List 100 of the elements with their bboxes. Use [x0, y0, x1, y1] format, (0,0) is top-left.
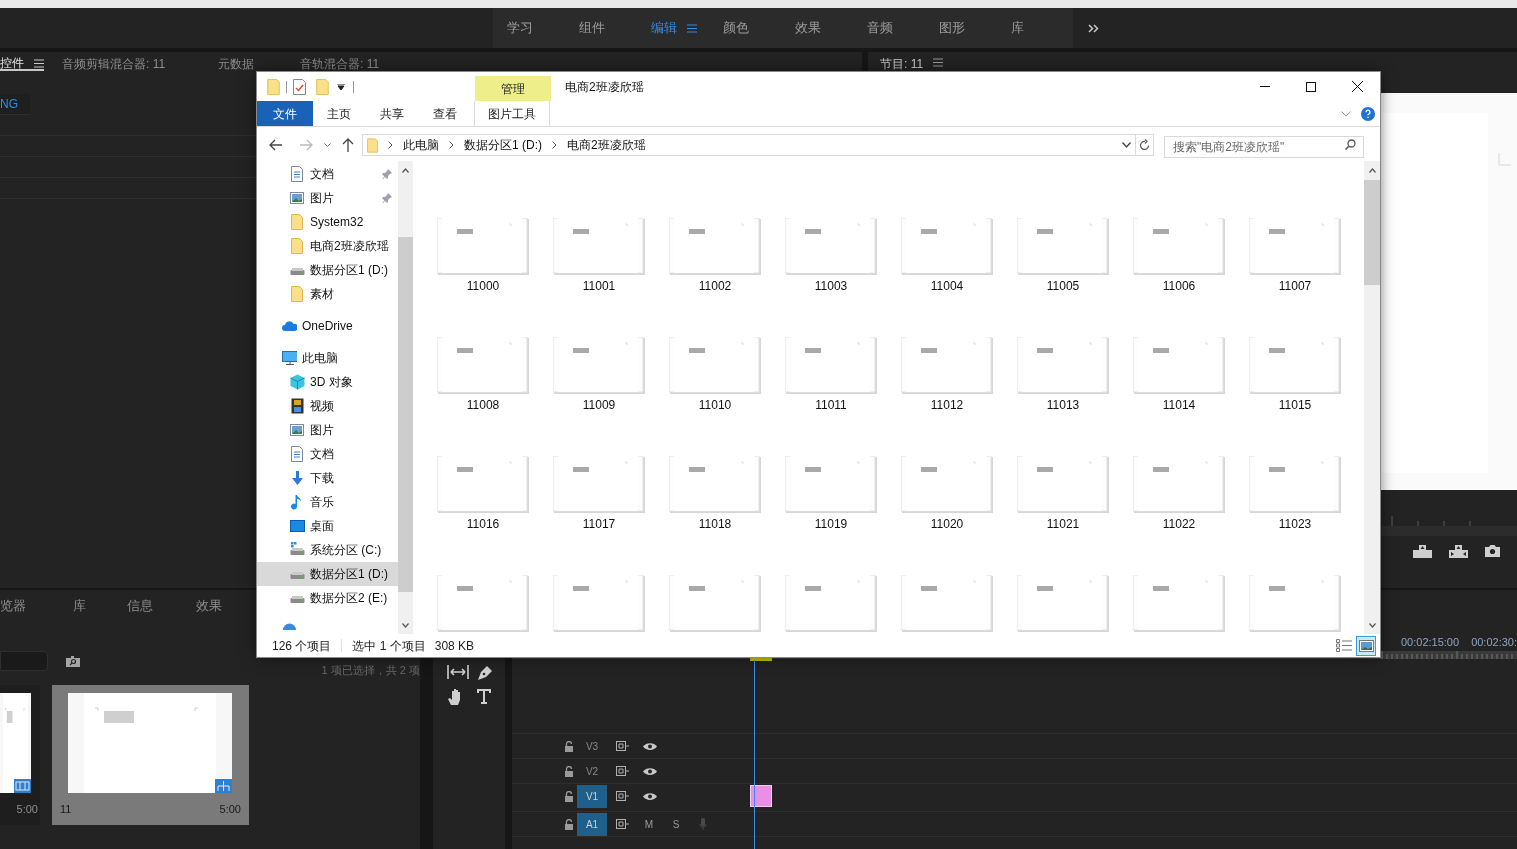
file-name[interactable]: 11001 [582, 279, 616, 294]
workspace-tab[interactable]: 库 [1011, 18, 1024, 38]
file-name[interactable]: 11012 [930, 398, 964, 413]
pin-icon[interactable] [382, 193, 392, 203]
nav-item[interactable]: 3D 对象 [257, 370, 398, 394]
nav-item[interactable]: 下载 [257, 466, 398, 490]
workspace-tab[interactable]: 颜色 [723, 18, 749, 38]
track-target-button[interactable]: V2 [577, 759, 607, 783]
panel-tab[interactable]: 音轨混合器: 11 [300, 58, 380, 70]
back-icon[interactable] [269, 139, 283, 151]
playhead-line[interactable] [754, 660, 755, 849]
file-name[interactable]: 11008 [466, 398, 500, 413]
file-name[interactable]: 11005 [1046, 279, 1080, 294]
sync-lock-icon[interactable] [616, 766, 629, 776]
file-name[interactable]: 11016 [466, 517, 500, 532]
sync-lock-icon[interactable] [616, 819, 629, 829]
panel-tab[interactable]: 信息 [127, 596, 153, 616]
panel-tab[interactable]: 库 [73, 596, 86, 616]
scroll-thumb[interactable] [398, 237, 413, 592]
breadcrumb[interactable]: 数据分区1 (D:) [464, 136, 542, 154]
scroll-bar[interactable] [398, 161, 413, 634]
scroll-bar[interactable] [1381, 526, 1517, 536]
menu-icon[interactable] [687, 23, 697, 33]
scroll-down-icon[interactable] [402, 623, 409, 628]
file-name[interactable]: 11018 [698, 517, 732, 532]
file-name[interactable]: 11007 [1278, 279, 1312, 294]
workspace-tab[interactable]: 效果 [795, 18, 821, 38]
file-name[interactable]: 11013 [1046, 398, 1080, 413]
nav-item[interactable]: 数据分区1 (D:) [257, 258, 398, 282]
eye-icon[interactable] [643, 766, 657, 776]
breadcrumb[interactable]: 电商2班凌欣瑶 [567, 136, 646, 154]
nav-item[interactable]: OneDrive [257, 314, 398, 338]
nav-item[interactable]: 数据分区1 (D:) [257, 562, 398, 586]
nav-item[interactable]: 文档 [257, 162, 398, 186]
playhead-marker[interactable] [750, 658, 772, 661]
expand-ribbon-icon[interactable] [1341, 110, 1351, 117]
sync-lock-icon[interactable] [616, 791, 629, 801]
file-name[interactable]: 11022 [1162, 517, 1196, 532]
scroll-up-icon[interactable] [1368, 168, 1376, 173]
nav-item[interactable]: 图片 [257, 186, 398, 210]
track-target-button[interactable]: A1 [577, 812, 607, 836]
clip-thumbnail[interactable]: 11 5:00 [52, 685, 249, 825]
dropdown-icon[interactable] [1122, 142, 1131, 148]
nav-item[interactable]: 文档 [257, 442, 398, 466]
file-name[interactable]: 11004 [930, 279, 964, 294]
ribbon-tab[interactable]: 文件 [257, 101, 313, 126]
type-tool-icon[interactable] [476, 688, 492, 704]
refresh-button[interactable] [1136, 134, 1154, 156]
more-chevron-icon[interactable] [1087, 23, 1099, 33]
track-target-button[interactable]: V1 [577, 784, 607, 808]
breadcrumb[interactable]: 此电脑 [403, 136, 439, 154]
new-folder-icon[interactable] [316, 78, 329, 95]
context-tab[interactable]: 管理 [475, 76, 551, 101]
nav-item[interactable]: 电商2班凌欣瑶 [257, 234, 398, 258]
view-button[interactable] [1356, 635, 1376, 656]
nav-item[interactable]: 视频 [257, 394, 398, 418]
pen-tool-icon[interactable] [476, 664, 494, 682]
ribbon-tab[interactable]: 图片工具 [474, 101, 550, 126]
panel-tab[interactable]: 元数据 [218, 58, 254, 70]
file-name[interactable]: 11009 [582, 398, 616, 413]
help-icon[interactable] [1361, 106, 1375, 121]
scroll-down-icon[interactable] [1368, 623, 1376, 628]
file-name[interactable]: 11019 [814, 517, 848, 532]
camera-icon[interactable] [1485, 545, 1500, 557]
nav-item[interactable]: 数据分区2 (E:) [257, 586, 398, 610]
forward-icon[interactable] [299, 139, 313, 151]
nav-item[interactable]: System32 [257, 210, 398, 234]
caret-icon[interactable] [337, 83, 345, 90]
menu-icon[interactable] [933, 58, 944, 67]
up-icon[interactable] [342, 138, 354, 152]
nav-item[interactable]: 音乐 [257, 490, 398, 514]
ribbon-tab[interactable]: 主页 [313, 101, 366, 126]
workspace-tab[interactable]: 编辑 [651, 18, 677, 38]
workspace-tab[interactable]: 学习 [507, 18, 533, 38]
video-clip[interactable] [750, 785, 772, 807]
file-name[interactable]: 11015 [1278, 398, 1312, 413]
ribbon-tab[interactable]: 共享 [366, 101, 419, 126]
file-name[interactable]: 11020 [930, 517, 964, 532]
pin-icon[interactable] [382, 169, 392, 179]
search-bin-icon[interactable] [66, 655, 80, 667]
ribbon-tab[interactable]: 查看 [419, 101, 472, 126]
workspace-tab[interactable]: 组件 [579, 18, 605, 38]
track-target-button[interactable]: V3 [577, 734, 607, 758]
panel-tab[interactable]: 览器 [0, 596, 26, 616]
nav-item[interactable]: 此电脑 [257, 346, 398, 370]
lock-icon[interactable] [564, 790, 574, 802]
panel-tab[interactable]: 控件 [0, 57, 24, 69]
file-name[interactable]: 11000 [466, 279, 500, 294]
mute-button[interactable]: M [642, 816, 656, 832]
extract-icon[interactable] [1449, 544, 1468, 558]
workspace-tab[interactable]: 音频 [867, 18, 893, 38]
lock-icon[interactable] [564, 818, 574, 830]
panel-tab[interactable]: 音频剪辑混合器: 11 [62, 58, 166, 70]
solo-button[interactable]: S [669, 816, 683, 832]
lift-icon[interactable] [1413, 544, 1432, 558]
scroll-up-icon[interactable] [402, 168, 409, 173]
folder-icon[interactable] [367, 137, 378, 153]
file-name[interactable]: 11003 [814, 279, 848, 294]
file-name[interactable]: 11011 [815, 398, 847, 413]
scroll-bar[interactable] [1364, 161, 1380, 634]
